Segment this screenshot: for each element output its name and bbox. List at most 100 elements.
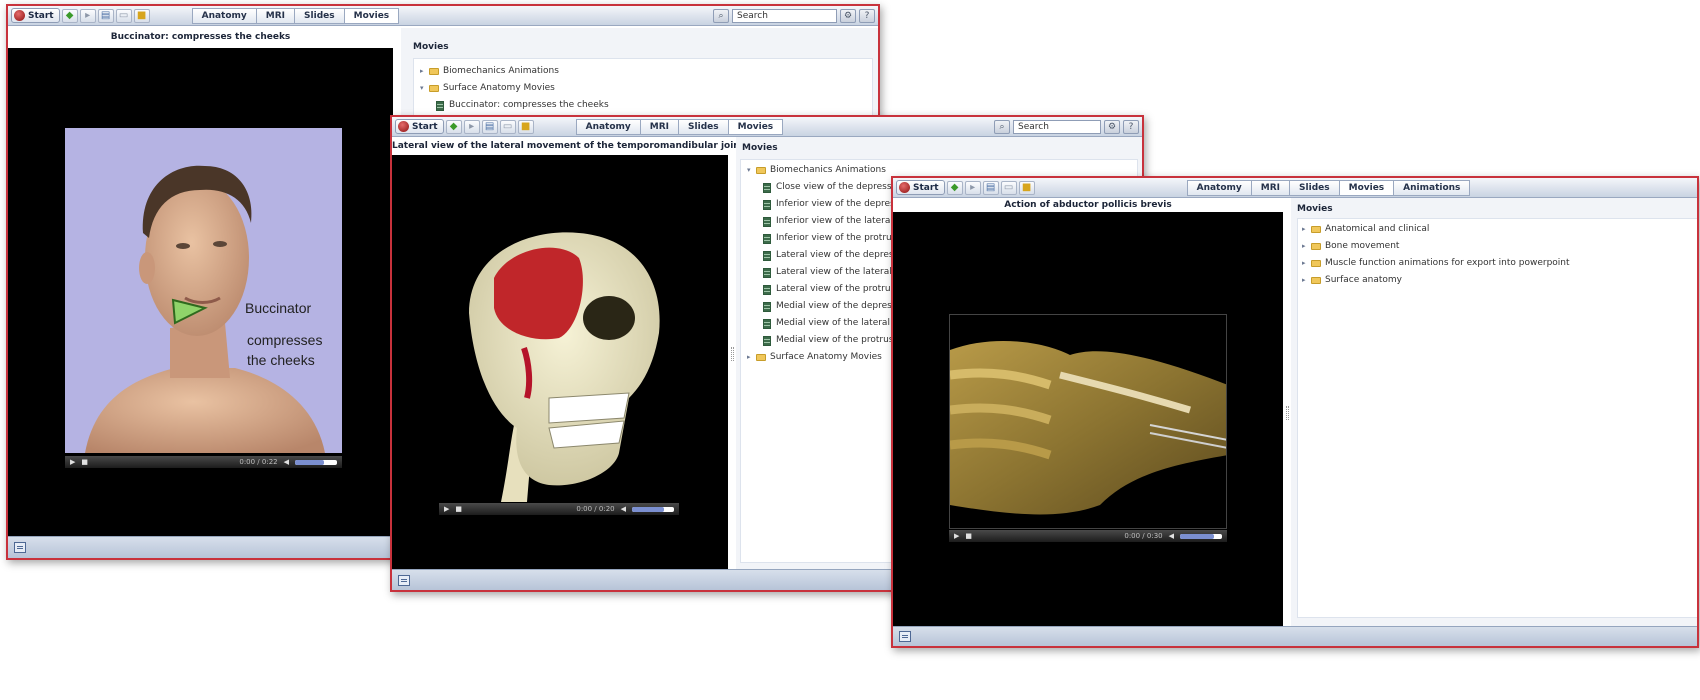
play-icon[interactable]: ▶ bbox=[70, 458, 75, 466]
expand-arrow-icon[interactable]: ▸ bbox=[747, 349, 754, 366]
pane-splitter[interactable] bbox=[731, 347, 734, 361]
folder-icon[interactable]: ■ bbox=[133, 8, 150, 23]
copy-icon[interactable]: ▭ bbox=[115, 8, 132, 23]
layout-icon[interactable] bbox=[14, 542, 26, 553]
expand-arrow-icon[interactable]: ▸ bbox=[1302, 238, 1309, 255]
toolbar-right: ⌕ Search ⚙ ? bbox=[994, 119, 1139, 134]
tree-item-biomechanics[interactable]: ▸ Biomechanics Animations bbox=[420, 63, 866, 80]
forward-icon[interactable]: ▸ bbox=[964, 180, 981, 195]
movie-icon bbox=[763, 250, 771, 261]
volume-slider[interactable] bbox=[632, 506, 674, 512]
video-still-skull bbox=[469, 232, 660, 502]
copy-icon[interactable]: ▭ bbox=[1000, 180, 1017, 195]
print-icon[interactable]: ▤ bbox=[982, 180, 999, 195]
stop-icon[interactable]: ■ bbox=[965, 532, 972, 540]
toolbar: Start ◆ ▸ ▤ ▭ ■ Anatomy MRI Slides Movie… bbox=[392, 117, 1142, 137]
layout-icon[interactable] bbox=[398, 575, 410, 586]
search-input[interactable]: Search bbox=[732, 8, 837, 23]
help-icon[interactable]: ? bbox=[859, 8, 875, 23]
volume-slider[interactable] bbox=[295, 459, 337, 465]
tab-mri[interactable]: MRI bbox=[640, 119, 680, 134]
tab-slides[interactable]: Slides bbox=[1290, 180, 1340, 195]
main-tabs: Anatomy MRI Slides Movies bbox=[191, 7, 400, 24]
tab-movies[interactable]: Movies bbox=[728, 119, 783, 134]
start-logo-icon bbox=[14, 10, 25, 21]
time-readout: 0:00 / 0:22 bbox=[239, 458, 278, 466]
expand-arrow-icon[interactable]: ▸ bbox=[1302, 255, 1309, 272]
video-frame bbox=[949, 314, 1227, 529]
folder-icon[interactable]: ■ bbox=[517, 119, 534, 134]
tab-animations[interactable]: Animations bbox=[1394, 180, 1470, 195]
forward-icon[interactable]: ▸ bbox=[463, 119, 480, 134]
forward-icon[interactable]: ▸ bbox=[79, 8, 96, 23]
volume-slider[interactable] bbox=[1180, 533, 1222, 539]
tab-slides[interactable]: Slides bbox=[679, 119, 729, 134]
help-icon[interactable]: ? bbox=[1123, 119, 1139, 134]
start-button[interactable]: Start bbox=[11, 8, 60, 23]
search-input[interactable]: Search bbox=[1013, 119, 1101, 134]
collapse-arrow-icon[interactable]: ▾ bbox=[420, 80, 427, 97]
collapse-arrow-icon[interactable]: ▾ bbox=[747, 162, 754, 179]
back-arrow-icon[interactable]: ◆ bbox=[61, 8, 78, 23]
movies-tree: ▸ Biomechanics Animations ▾ Surface Anatom… bbox=[413, 58, 873, 122]
play-icon[interactable]: ▶ bbox=[954, 532, 959, 540]
video-frame: Buccinator compresses the cheeks bbox=[65, 128, 342, 453]
status-bar bbox=[893, 626, 1697, 646]
stop-icon[interactable]: ■ bbox=[455, 505, 462, 513]
tab-movies[interactable]: Movies bbox=[1339, 180, 1395, 195]
video-title: Action of abductor pollicis brevis bbox=[1004, 200, 1172, 210]
expand-arrow-icon[interactable]: ▸ bbox=[1302, 272, 1309, 289]
overlay-label-action-2: the cheeks bbox=[247, 352, 315, 368]
overlay-label-muscle: Buccinator bbox=[245, 300, 312, 316]
panel-title: Movies bbox=[1297, 204, 1333, 214]
settings-icon[interactable]: ⚙ bbox=[840, 8, 856, 23]
tab-slides[interactable]: Slides bbox=[295, 8, 345, 23]
layout-icon[interactable] bbox=[899, 631, 911, 642]
tab-mri[interactable]: MRI bbox=[256, 8, 296, 23]
expand-arrow-icon[interactable]: ▸ bbox=[420, 63, 427, 80]
video-player: Buccinator compresses the cheeks ▶ ■ 0:0… bbox=[8, 48, 393, 540]
tree-item-muscle-function[interactable]: ▸ Muscle function animations for export i… bbox=[1302, 255, 1694, 272]
tab-mri[interactable]: MRI bbox=[1251, 180, 1291, 195]
back-arrow-icon[interactable]: ◆ bbox=[946, 180, 963, 195]
volume-icon[interactable]: ◀ bbox=[1169, 532, 1174, 540]
movie-icon bbox=[436, 100, 444, 111]
start-logo-icon bbox=[899, 182, 910, 193]
tree-item-surface-anatomy[interactable]: ▾ Surface Anatomy Movies bbox=[420, 80, 866, 97]
volume-icon[interactable]: ◀ bbox=[621, 505, 626, 513]
tab-anatomy[interactable]: Anatomy bbox=[576, 119, 641, 134]
movie-icon bbox=[763, 199, 771, 210]
start-logo-icon bbox=[398, 121, 409, 132]
stop-icon[interactable]: ■ bbox=[81, 458, 88, 466]
tree-item-surface-anatomy[interactable]: ▸ Surface anatomy bbox=[1302, 272, 1694, 289]
tab-anatomy[interactable]: Anatomy bbox=[192, 8, 257, 23]
settings-icon[interactable]: ⚙ bbox=[1104, 119, 1120, 134]
play-icon[interactable]: ▶ bbox=[444, 505, 449, 513]
start-button[interactable]: Start bbox=[896, 180, 945, 195]
movies-panel: Movies ▸ Anatomical and clinical ▸ Bone mo… bbox=[1291, 198, 1697, 630]
panel-title: Movies bbox=[413, 42, 449, 52]
volume-icon[interactable]: ◀ bbox=[284, 458, 289, 466]
movie-icon bbox=[763, 216, 771, 227]
expand-arrow-icon[interactable]: ▸ bbox=[1302, 221, 1309, 238]
pane-splitter[interactable] bbox=[1286, 406, 1289, 420]
tree-item-anatomical-clinical[interactable]: ▸ Anatomical and clinical bbox=[1302, 221, 1694, 238]
folder-icon bbox=[756, 354, 766, 361]
toolbar-right: ⌕ Search ⚙ ? bbox=[713, 8, 875, 23]
start-button[interactable]: Start bbox=[395, 119, 444, 134]
video-player: ▶ ■ 0:00 / 0:20 ◀ bbox=[392, 155, 728, 573]
folder-icon[interactable]: ■ bbox=[1018, 180, 1035, 195]
movie-icon bbox=[763, 301, 771, 312]
window-abductor: Start ◆ ▸ ▤ ▭ ■ Anatomy MRI Slides Movie… bbox=[891, 176, 1699, 648]
search-icon[interactable]: ⌕ bbox=[994, 119, 1010, 134]
overlay-label-action-1: compresses bbox=[247, 332, 323, 348]
copy-icon[interactable]: ▭ bbox=[499, 119, 516, 134]
tree-item-bone-movement[interactable]: ▸ Bone movement bbox=[1302, 238, 1694, 255]
search-icon[interactable]: ⌕ bbox=[713, 8, 729, 23]
tab-anatomy[interactable]: Anatomy bbox=[1187, 180, 1252, 195]
print-icon[interactable]: ▤ bbox=[97, 8, 114, 23]
print-icon[interactable]: ▤ bbox=[481, 119, 498, 134]
tab-movies[interactable]: Movies bbox=[344, 8, 399, 23]
back-arrow-icon[interactable]: ◆ bbox=[445, 119, 462, 134]
tree-item-buccinator[interactable]: Buccinator: compresses the cheeks bbox=[420, 97, 866, 114]
